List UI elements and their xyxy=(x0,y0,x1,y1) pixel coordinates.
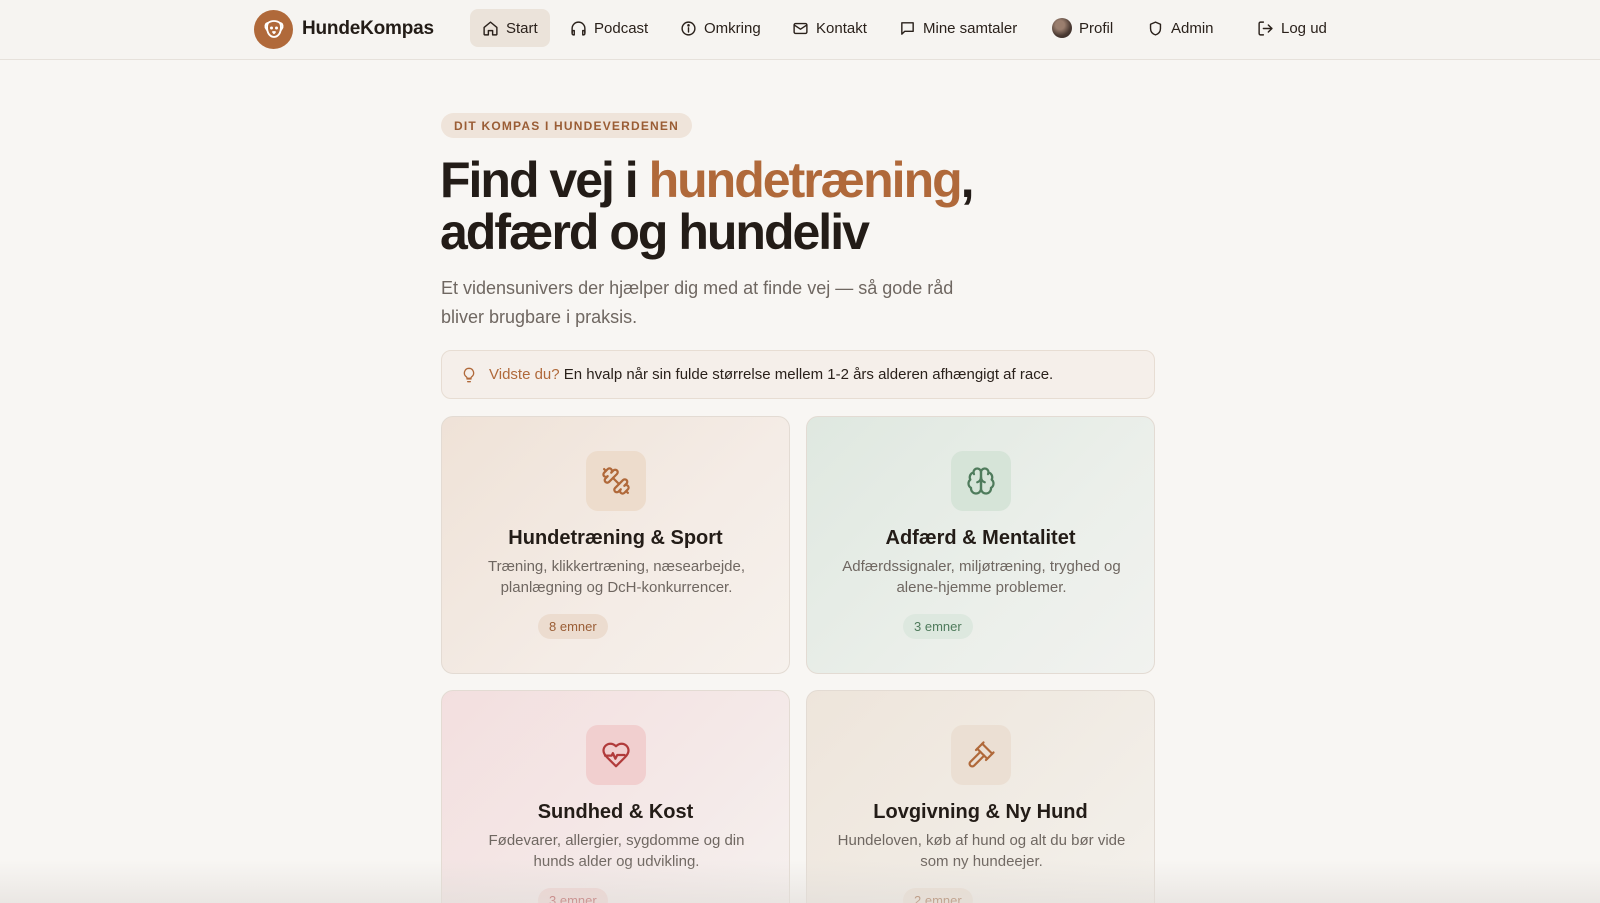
category-icon-box xyxy=(586,451,646,511)
headline-part1: Find vej i xyxy=(440,152,649,208)
chat-icon xyxy=(901,21,914,35)
nav-admin[interactable]: Admin xyxy=(1135,9,1226,47)
nav-profil-label: Profil xyxy=(1079,19,1114,37)
headline-part2: , xyxy=(960,152,975,208)
home-icon xyxy=(483,20,498,36)
nav-podcast-label: Podcast xyxy=(594,19,649,37)
tip-text: En hvalp når sin fulde størrelse mellem … xyxy=(563,366,1054,383)
category-title: Sundhed & Kost xyxy=(537,801,694,823)
logout-label: Log ud xyxy=(1281,19,1327,37)
gavel-icon xyxy=(968,741,995,768)
category-title: Adfærd & Mentalitet xyxy=(885,527,1076,549)
category-card-law[interactable]: Lovgivning & Ny Hund Hundeloven, køb af … xyxy=(806,690,1155,903)
category-icon-box xyxy=(951,725,1011,785)
category-card-behavior[interactable]: Adfærd & Mentalitet Adfærdssignaler, mil… xyxy=(806,416,1155,674)
nav-mine-samtaler[interactable]: Mine samtaler xyxy=(887,9,1029,47)
mail-icon xyxy=(793,22,808,34)
category-icon-box xyxy=(586,725,646,785)
headphones-icon xyxy=(571,20,586,36)
brand-link[interactable]: HundeKompas xyxy=(254,9,434,49)
lightbulb-icon xyxy=(463,367,475,382)
category-description: Adfærdssignaler, miljøtræning, tryghed o… xyxy=(842,558,1121,596)
logout-button[interactable]: Log ud xyxy=(1245,9,1339,47)
dog-logo-icon xyxy=(254,9,293,49)
topic-count-badge: 2 emner xyxy=(903,888,973,903)
top-navigation: HundeKompas Start Podcast Omkring Kontak… xyxy=(0,0,1600,60)
dumbbell-icon xyxy=(602,467,630,495)
nav-podcast[interactable]: Podcast xyxy=(558,9,660,47)
topic-count-badge: 8 emner xyxy=(538,614,608,639)
topic-count-badge: 3 emner xyxy=(903,614,973,639)
topic-count-badge: 3 emner xyxy=(538,888,608,903)
category-description: Træning, klikkertræning, næsearbejde, pl… xyxy=(487,558,746,596)
brand-name: HundeKompas xyxy=(302,18,434,39)
tip-label: Vidste du? xyxy=(489,366,560,383)
logout-icon xyxy=(1258,20,1273,36)
nav-start[interactable]: Start xyxy=(470,9,550,47)
shield-icon xyxy=(1149,20,1162,36)
bottom-fade-overlay xyxy=(0,860,1600,903)
heart-pulse-icon xyxy=(602,742,630,768)
category-icon-box xyxy=(951,451,1011,511)
nav-start-label: Start xyxy=(506,19,538,37)
nav-profil[interactable]: Profil xyxy=(1040,9,1125,47)
category-description: Fødevarer, allergier, sygdomme og din hu… xyxy=(488,832,745,870)
nav-omkring-label: Omkring xyxy=(704,19,761,37)
hero-eyebrow: DIT KOMPAS I HUNDEVERDENEN xyxy=(441,113,692,138)
category-description: Hundeloven, køb af hund og alt du bør vi… xyxy=(837,832,1126,870)
category-card-training[interactable]: Hundetræning & Sport Træning, klikkertræ… xyxy=(441,416,790,674)
category-title: Lovgivning & Ny Hund xyxy=(873,801,1088,823)
nav-admin-label: Admin xyxy=(1171,19,1214,37)
headline-line2: adfærd og hundeliv xyxy=(440,204,870,260)
did-you-know-banner: Vidste du? En hvalp når sin fulde større… xyxy=(441,350,1155,399)
page-title: Find vej i hundetræning, adfærd og hunde… xyxy=(440,154,1080,258)
avatar xyxy=(1052,18,1072,38)
headline-accent: hundetræning xyxy=(648,152,963,208)
category-card-health[interactable]: Sundhed & Kost Fødevarer, allergier, syg… xyxy=(441,690,790,903)
info-icon xyxy=(681,20,696,36)
brain-icon xyxy=(967,467,995,495)
hero-subtitle: Et vidensunivers der hjælper dig med at … xyxy=(441,278,954,327)
category-title: Hundetræning & Sport xyxy=(508,527,723,549)
nav-kontakt[interactable]: Kontakt xyxy=(780,9,879,47)
nav-mine-samtaler-label: Mine samtaler xyxy=(923,19,1018,37)
nav-omkring[interactable]: Omkring xyxy=(668,9,773,47)
nav-kontakt-label: Kontakt xyxy=(816,19,867,37)
